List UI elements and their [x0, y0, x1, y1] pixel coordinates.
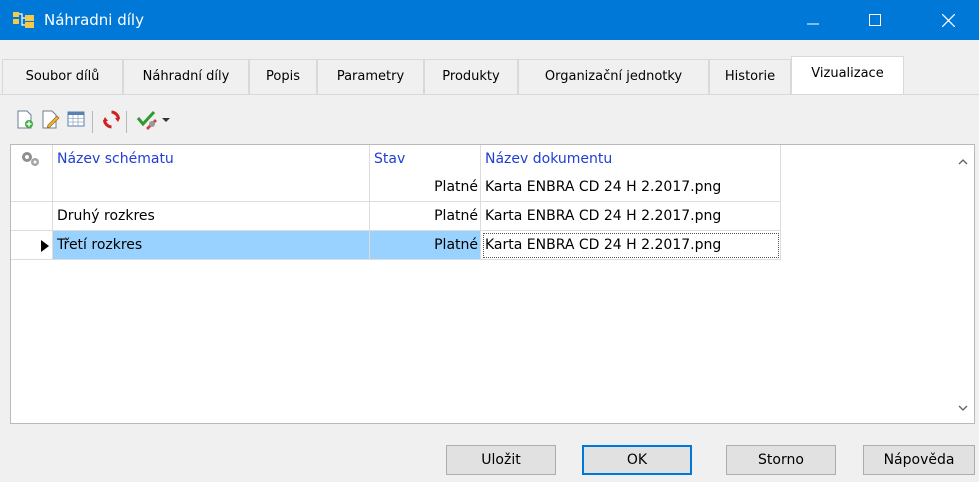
table-header: Název schématu Stav Název dokumentu	[11, 145, 952, 173]
cell-document[interactable]: Karta ENBRA CD 24 H 2.2017.png	[481, 231, 781, 260]
new-icon[interactable]	[14, 105, 36, 133]
tab-content: Název schématu Stav Název dokumentu Plat…	[0, 95, 979, 429]
tab-organizacni-jednotky[interactable]: Organizační jednotky	[518, 59, 709, 94]
ok-button[interactable]: OK	[582, 445, 692, 475]
cell-document[interactable]: Karta ENBRA CD 24 H 2.2017.png	[481, 173, 781, 202]
cell-status[interactable]: Platné	[370, 231, 481, 260]
dropdown-arrow-icon[interactable]	[160, 105, 172, 133]
cell-schema-name[interactable]	[53, 173, 370, 202]
window-title: Náhradni díly	[44, 11, 144, 29]
close-button[interactable]	[925, 0, 971, 40]
tab-vizualizace[interactable]: Vizualizace	[791, 56, 904, 94]
column-header-name[interactable]: Název schématu	[53, 145, 370, 173]
tab-produkty[interactable]: Produkty	[424, 59, 518, 94]
edit-icon[interactable]	[39, 105, 61, 133]
scroll-up-icon	[958, 159, 968, 165]
cancel-button[interactable]: Storno	[726, 445, 836, 475]
title-bar: Náhradni díly	[0, 0, 979, 40]
column-header-status[interactable]: Stav	[370, 145, 481, 173]
refresh-icon[interactable]	[100, 105, 122, 133]
parts-tree-icon	[12, 11, 36, 29]
save-button[interactable]: Uložit	[446, 445, 556, 475]
schema-table: Název schématu Stav Název dokumentu Plat…	[10, 144, 975, 424]
cell-schema-name[interactable]: Třetí rozkres	[53, 231, 370, 260]
column-chooser-icon[interactable]	[11, 145, 53, 173]
table-row[interactable]: Platné Karta ENBRA CD 24 H 2.2017.png	[11, 173, 791, 202]
table-row-selected[interactable]: Třetí rozkres Platné Karta ENBRA CD 24 H…	[11, 231, 791, 260]
cell-status[interactable]: Platné	[370, 173, 481, 202]
table-row[interactable]: Druhý rozkres Platné Karta ENBRA CD 24 H…	[11, 202, 791, 231]
dialog-footer: Uložit OK Storno Nápověda	[0, 429, 979, 482]
toolbar-separator	[92, 111, 93, 133]
tab-popis[interactable]: Popis	[249, 59, 317, 94]
check-tools-icon[interactable]	[134, 105, 160, 133]
minimize-button[interactable]	[790, 0, 836, 40]
cell-schema-name[interactable]: Druhý rozkres	[53, 202, 370, 231]
current-row-arrow-icon	[11, 231, 53, 260]
column-header-document[interactable]: Název dokumentu	[481, 145, 781, 173]
tab-nahradni-dily[interactable]: Náhradní díly	[123, 59, 249, 94]
maximize-button[interactable]	[852, 0, 898, 40]
tab-parametry[interactable]: Parametry	[317, 59, 424, 94]
scroll-down-icon	[958, 405, 968, 411]
cell-status[interactable]: Platné	[370, 202, 481, 231]
table-icon[interactable]	[65, 105, 87, 133]
tab-strip: Soubor dílů Náhradní díly Popis Parametr…	[0, 56, 979, 94]
row-indicator	[11, 173, 53, 202]
help-button[interactable]: Nápověda	[863, 445, 975, 475]
vertical-scrollbar[interactable]	[952, 145, 974, 423]
toolbar-separator	[126, 111, 127, 133]
row-indicator	[11, 202, 53, 231]
tab-historie[interactable]: Historie	[709, 59, 791, 94]
tab-soubor-dilu[interactable]: Soubor dílů	[2, 59, 123, 94]
cell-document[interactable]: Karta ENBRA CD 24 H 2.2017.png	[481, 202, 781, 231]
